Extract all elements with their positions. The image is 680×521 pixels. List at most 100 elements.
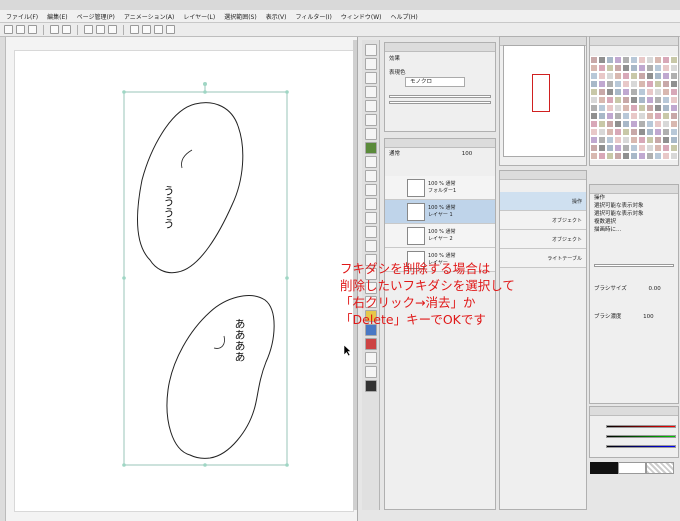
color-swatch[interactable] — [646, 72, 654, 80]
color-swatch[interactable] — [606, 144, 614, 152]
color-swatch[interactable] — [622, 136, 630, 144]
color-swatch[interactable] — [638, 136, 646, 144]
navigator-preview[interactable] — [503, 45, 585, 157]
color-swatch[interactable] — [654, 152, 662, 160]
subtool-tabs[interactable] — [500, 180, 586, 192]
color-swatch[interactable] — [630, 56, 638, 64]
airbrush-tool-icon[interactable] — [364, 184, 377, 196]
color-swatch[interactable] — [630, 112, 638, 120]
correction-tool-icon[interactable] — [364, 338, 377, 350]
color-swatch[interactable] — [590, 80, 598, 88]
color-swatch[interactable] — [662, 88, 670, 96]
opacity-value[interactable]: 100 — [462, 151, 473, 157]
color-swatch[interactable] — [590, 128, 598, 136]
color-indicator[interactable] — [590, 462, 678, 474]
color-swatch[interactable] — [614, 80, 622, 88]
color-swatch[interactable] — [630, 128, 638, 136]
move-tool-icon[interactable] — [364, 86, 377, 98]
color-swatch[interactable] — [638, 104, 646, 112]
color-swatch[interactable] — [590, 64, 598, 72]
color-swatch[interactable] — [662, 80, 670, 88]
brush-tool-icon[interactable] — [364, 170, 377, 182]
color-swatch[interactable] — [622, 112, 630, 120]
color-swatch[interactable] — [598, 64, 606, 72]
color-swatch[interactable] — [670, 64, 678, 72]
color-swatch[interactable] — [622, 56, 630, 64]
color-swatch[interactable] — [654, 96, 662, 104]
color-swatch[interactable] — [646, 136, 654, 144]
color-swatch[interactable] — [654, 64, 662, 72]
color-swatch[interactable] — [646, 144, 654, 152]
color-swatch[interactable] — [630, 144, 638, 152]
color-swatch[interactable] — [598, 88, 606, 96]
color-swatch[interactable] — [638, 120, 646, 128]
color-swatch[interactable] — [606, 72, 614, 80]
color-swatch[interactable] — [654, 80, 662, 88]
color-swatch[interactable] — [654, 120, 662, 128]
brush-size-value[interactable]: 0.00 — [648, 286, 660, 292]
color-swatch[interactable] — [638, 144, 646, 152]
color-swatch[interactable] — [622, 96, 630, 104]
layer-row-selected[interactable]: 100 % 通常 レイヤー 1 — [385, 200, 495, 224]
expression-color-value[interactable]: モノクロ — [405, 77, 465, 87]
color-swatch[interactable] — [590, 56, 598, 64]
color-swatch[interactable] — [654, 144, 662, 152]
pencil-tool-icon[interactable] — [364, 156, 377, 168]
color-swatch[interactable] — [630, 104, 638, 112]
color-swatch[interactable] — [606, 128, 614, 136]
color-swatch[interactable] — [630, 152, 638, 160]
pen-tool-icon[interactable] — [364, 142, 377, 154]
color-swatch[interactable] — [662, 136, 670, 144]
effect-slider[interactable] — [389, 95, 491, 98]
color-swatch[interactable] — [670, 80, 678, 88]
color-swatch[interactable] — [638, 56, 646, 64]
color-swatch[interactable] — [670, 96, 678, 104]
color-swatch[interactable] — [598, 72, 606, 80]
operation-tool-icon[interactable] — [364, 72, 377, 84]
subtool-object-2[interactable]: オブジェクト — [500, 230, 586, 249]
color-swatch[interactable] — [598, 112, 606, 120]
color-swatch[interactable] — [614, 144, 622, 152]
color-swatch[interactable] — [638, 80, 646, 88]
layer-row[interactable]: 100 % 通常 レイヤー 2 — [385, 224, 495, 248]
color-swatch[interactable] — [670, 104, 678, 112]
color-swatch[interactable] — [606, 104, 614, 112]
select-tool-icon[interactable] — [364, 100, 377, 112]
layer-row[interactable]: 100 % 通常 フォルダー1 — [385, 176, 495, 200]
color-swatch[interactable] — [622, 120, 630, 128]
color-swatch[interactable] — [670, 128, 678, 136]
color-swatch[interactable] — [630, 120, 638, 128]
color-swatch[interactable] — [662, 128, 670, 136]
color-swatch[interactable] — [670, 136, 678, 144]
decoration-tool-icon[interactable] — [364, 198, 377, 210]
color-swatch[interactable] — [606, 112, 614, 120]
color-swatch[interactable] — [598, 128, 606, 136]
color-swatch[interactable] — [646, 96, 654, 104]
line-tool-icon[interactable] — [364, 352, 377, 364]
color-swatch[interactable] — [606, 152, 614, 160]
hand-tool-icon[interactable] — [364, 58, 377, 70]
color-swatch[interactable] — [646, 56, 654, 64]
color-swatch[interactable] — [614, 72, 622, 80]
lasso-tool-icon[interactable] — [364, 114, 377, 126]
color-swatch[interactable] — [606, 80, 614, 88]
color-swatch[interactable] — [662, 64, 670, 72]
color-swatch[interactable] — [662, 56, 670, 64]
color-swatch[interactable] — [662, 96, 670, 104]
color-swatch[interactable] — [598, 104, 606, 112]
color-swatch[interactable] — [606, 88, 614, 96]
color-swatch[interactable] — [662, 120, 670, 128]
color-swatch[interactable] — [590, 136, 598, 144]
color-swatch[interactable] — [614, 96, 622, 104]
effect-slider-2[interactable] — [389, 101, 491, 104]
color-swatch[interactable] — [598, 136, 606, 144]
detail-row[interactable]: 選択可能な表示対象 — [590, 210, 678, 218]
color-swatch[interactable] — [598, 80, 606, 88]
color-swatch[interactable] — [630, 72, 638, 80]
color-swatch[interactable] — [638, 128, 646, 136]
color-swatch[interactable] — [646, 88, 654, 96]
color-swatch[interactable] — [654, 72, 662, 80]
color-swatch[interactable] — [622, 72, 630, 80]
detail-row[interactable]: 複数選択 — [590, 218, 678, 226]
color-swatch[interactable] — [662, 152, 670, 160]
